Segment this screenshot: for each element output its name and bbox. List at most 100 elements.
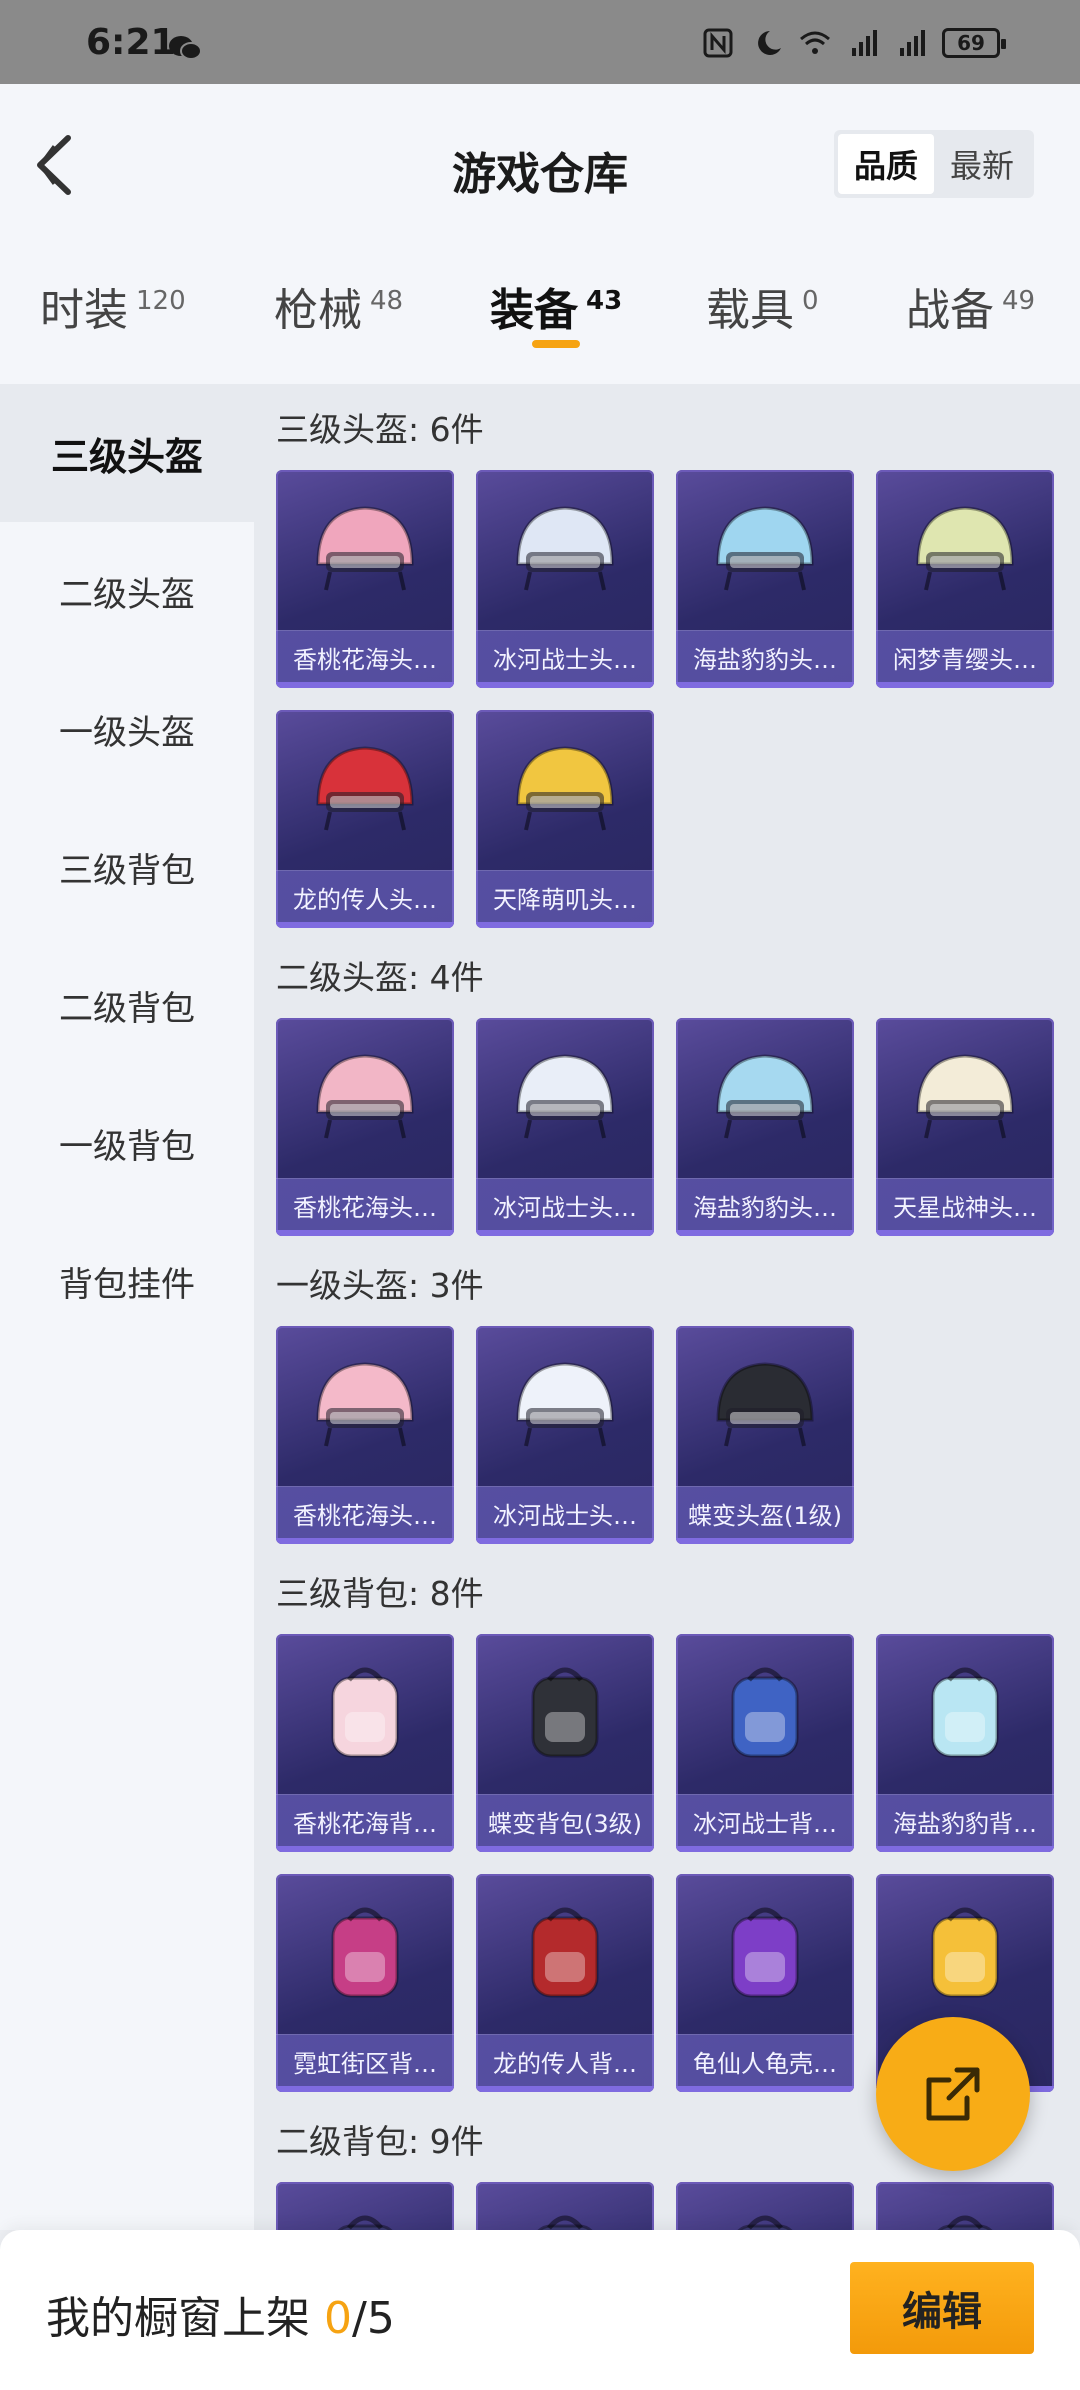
item-card[interactable] xyxy=(876,2182,1054,2230)
item-card[interactable] xyxy=(676,2182,854,2230)
showcase-shelved-count: 0 xyxy=(324,2293,352,2344)
helmet-icon xyxy=(916,1054,1014,1139)
helmet-icon xyxy=(716,1362,814,1447)
item-image xyxy=(476,2182,654,2230)
item-card[interactable]: 香桃花海背… xyxy=(276,1634,454,1852)
backpack-icon xyxy=(737,2215,793,2230)
helmet-icon xyxy=(316,506,414,591)
battery-level: 69 xyxy=(957,31,985,55)
item-image xyxy=(676,1018,854,1178)
item-image xyxy=(876,470,1054,630)
item-image xyxy=(676,1326,854,1486)
share-button[interactable] xyxy=(876,2017,1030,2171)
backpack-icon xyxy=(531,1907,599,1998)
item-card[interactable]: 海盐豹豹头… xyxy=(676,470,854,688)
sidebar-item-level1-helmet[interactable]: 一级头盔 xyxy=(0,660,254,798)
item-card[interactable]: 香桃花海头… xyxy=(276,1018,454,1236)
item-card[interactable]: 香桃花海头… xyxy=(276,470,454,688)
item-list[interactable]: 三级头盔: 6件 香桃花海头… 冰河战士头… 海盐豹豹头… 闲梦青缨头… 龙的传人头… 天降… xyxy=(254,384,1080,2230)
rarity-bar xyxy=(476,1230,654,1236)
status-bar: 6:21 69 xyxy=(0,0,1080,84)
tab-equipment[interactable]: 装备 43 xyxy=(490,274,622,384)
category-sidebar: 三级头盔 二级头盔 一级头盔 三级背包 二级背包 一级背包 背包挂件 xyxy=(0,384,254,2230)
item-name: 龙的传人背… xyxy=(476,2034,654,2092)
item-name: 冰河战士头… xyxy=(476,1178,654,1236)
item-card[interactable]: 天星战神头… xyxy=(876,1018,1054,1236)
sort-quality-option[interactable]: 品质 xyxy=(838,134,934,194)
item-card[interactable]: 冰河战士头… xyxy=(476,470,654,688)
sidebar-item-backpack-charm[interactable]: 背包挂件 xyxy=(0,1212,254,1350)
item-card[interactable]: 龟仙人龟壳… xyxy=(676,1874,854,2092)
item-card[interactable]: 海盐豹豹头… xyxy=(676,1018,854,1236)
item-card[interactable]: 蝶变背包(3级) xyxy=(476,1634,654,1852)
signal-4g-icon-2 xyxy=(900,30,925,56)
tab-vehicles[interactable]: 载具 0 xyxy=(706,274,819,384)
item-card[interactable]: 龙的传人背… xyxy=(476,1874,654,2092)
item-image xyxy=(676,470,854,630)
system-icons: 69 xyxy=(702,28,1006,58)
sort-newest-option[interactable]: 最新 xyxy=(934,134,1030,194)
item-grid: 香桃花海头… 冰河战士头… 蝶变头盔(1级) xyxy=(254,1316,1080,1544)
tab-supplies[interactable]: 战备 49 xyxy=(906,274,1035,384)
item-card[interactable]: 冰河战士背… xyxy=(676,1634,854,1852)
item-card[interactable]: 冰河战士头… xyxy=(476,1018,654,1236)
item-card[interactable]: 霓虹街区背… xyxy=(276,1874,454,2092)
item-card[interactable]: 香桃花海头… xyxy=(276,1326,454,1544)
section-title: 二级头盔: 4件 xyxy=(276,958,484,997)
edit-button[interactable]: 编辑 xyxy=(850,2262,1034,2354)
helmet-icon xyxy=(316,1054,414,1139)
item-image xyxy=(876,1874,1054,2034)
item-card[interactable]: 海盐豹豹背… xyxy=(876,1634,1054,1852)
item-grid xyxy=(254,2172,1080,2230)
item-name: 冰河战士头… xyxy=(476,630,654,688)
nfc-icon xyxy=(703,28,733,58)
tab-fashion[interactable]: 时装 120 xyxy=(40,274,186,384)
item-image xyxy=(276,2182,454,2230)
item-name: 蝶变头盔(1级) xyxy=(676,1486,854,1544)
wifi-icon xyxy=(800,31,830,54)
item-card[interactable]: 冰河战士头… xyxy=(476,1326,654,1544)
item-card[interactable] xyxy=(276,2182,454,2230)
showcase-status: 我的橱窗上架 0/5 xyxy=(46,2282,395,2346)
helmet-icon xyxy=(316,746,414,831)
rarity-bar xyxy=(276,682,454,688)
tab-count: 43 xyxy=(586,286,623,316)
item-card[interactable] xyxy=(476,2182,654,2230)
item-grid: 香桃花海头… 冰河战士头… 海盐豹豹头… 闲梦青缨头… 龙的传人头… 天降萌叽头… xyxy=(254,460,1080,928)
header: 游戏仓库 品质 最新 时装 120 枪械 48 装备 43 载具 0 战备 49 xyxy=(0,84,1080,384)
rarity-bar xyxy=(876,682,1054,688)
rarity-bar xyxy=(276,2086,454,2092)
sidebar-item-level3-helmet[interactable]: 三级头盔 xyxy=(0,384,254,522)
tab-label: 装备 xyxy=(490,285,578,336)
sidebar-item-level2-helmet[interactable]: 二级头盔 xyxy=(0,522,254,660)
signal-4g-icon xyxy=(852,30,877,56)
backpack-icon xyxy=(931,1907,999,1998)
tab-count: 48 xyxy=(370,286,404,316)
item-card[interactable]: 天降萌叽头… xyxy=(476,710,654,928)
item-name: 海盐豹豹头… xyxy=(676,1178,854,1236)
item-name: 海盐豹豹背… xyxy=(876,1794,1054,1852)
item-card[interactable]: 龙的传人头… xyxy=(276,710,454,928)
rarity-bar xyxy=(876,1846,1054,1852)
rarity-bar xyxy=(476,682,654,688)
tab-weapons[interactable]: 枪械 48 xyxy=(274,274,403,384)
tab-label: 枪械 xyxy=(274,285,362,336)
section-title: 一级头盔: 3件 xyxy=(276,1266,484,1305)
sidebar-item-level1-backpack[interactable]: 一级背包 xyxy=(0,1074,254,1212)
showcase-bar: 我的橱窗上架 0/5 编辑 xyxy=(0,2230,1080,2390)
helmet-icon xyxy=(516,1362,614,1447)
backpack-icon xyxy=(937,2215,993,2230)
item-card[interactable]: 蝶变头盔(1级) xyxy=(676,1326,854,1544)
item-name: 天降萌叽头… xyxy=(476,870,654,928)
rarity-bar xyxy=(276,1538,454,1544)
sidebar-item-level3-backpack[interactable]: 三级背包 xyxy=(0,798,254,936)
sidebar-item-level2-backpack[interactable]: 二级背包 xyxy=(0,936,254,1074)
tab-count: 0 xyxy=(802,286,819,316)
sort-toggle: 品质 最新 xyxy=(834,130,1034,198)
item-image xyxy=(276,1326,454,1486)
item-card[interactable]: 闲梦青缨头… xyxy=(876,470,1054,688)
item-image xyxy=(476,1634,654,1794)
item-image xyxy=(476,470,654,630)
wechat-notification-icon xyxy=(169,36,202,60)
item-name: 香桃花海头… xyxy=(276,1178,454,1236)
